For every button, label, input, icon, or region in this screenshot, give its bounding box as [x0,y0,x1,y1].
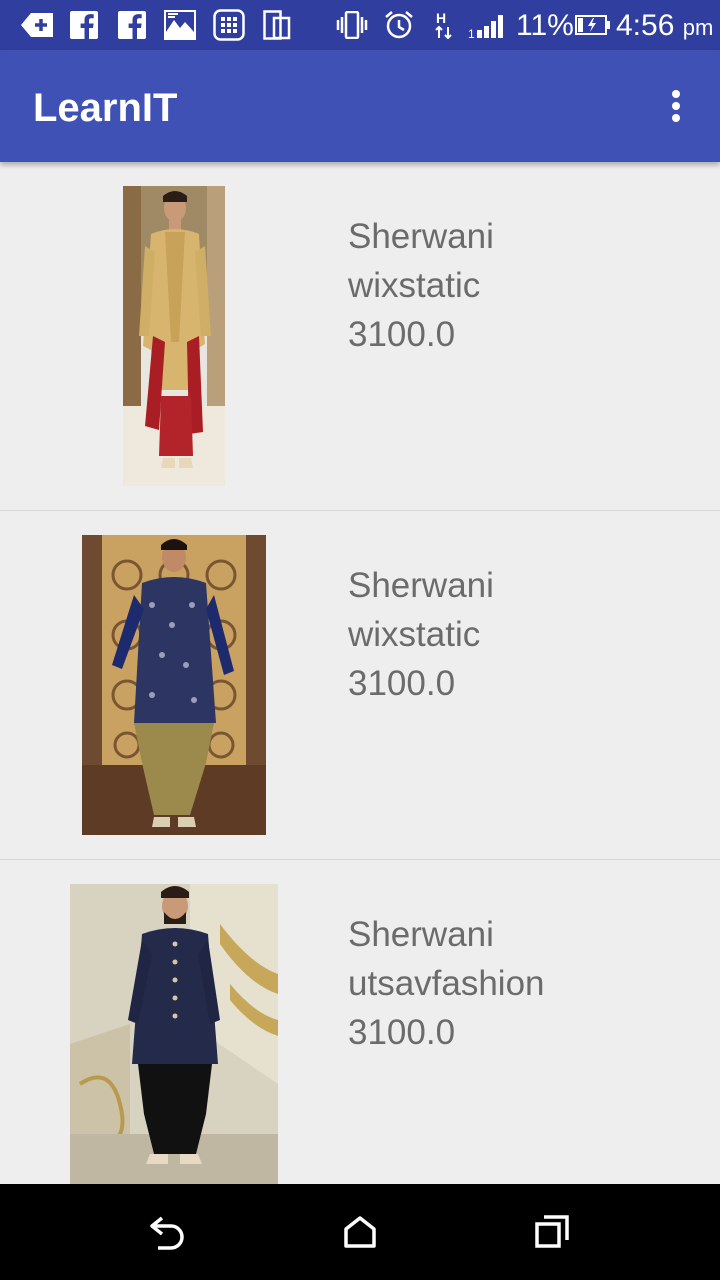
overflow-dot [672,114,680,122]
product-info: Sherwani utsavfashion 3100.0 [348,910,545,1057]
list-item[interactable]: Sherwani utsavfashion 3100.0 [0,860,720,1184]
home-button[interactable] [330,1202,390,1262]
sim-icon [262,9,292,41]
product-source: wixstatic [348,266,481,305]
overflow-menu-icon [672,90,680,98]
apps-icon [212,9,246,41]
home-icon [344,1216,376,1248]
product-list[interactable]: Sherwani wixstatic 3100.0 Sherwani wixst… [0,162,720,1184]
product-name: Sherwani [348,566,494,605]
app-bar: LearnIT [0,50,720,162]
status-bar: H 1 11% 4:56 pm [0,0,720,50]
battery-percent: 11% [516,9,574,42]
facebook-icon [117,9,147,41]
product-image [123,186,225,486]
add-notification-icon [20,9,54,41]
product-price: 3100.0 [348,1013,456,1052]
vibrate-icon [335,9,369,41]
alarm-icon [383,9,415,41]
svg-text:H: H [436,10,446,26]
product-source: utsavfashion [348,964,545,1003]
product-name: Sherwani [348,915,494,954]
back-icon [150,1216,184,1250]
product-image [82,535,266,835]
signal-icon: 1 [467,9,509,41]
data-h-icon: H [432,9,456,41]
recents-button[interactable] [522,1202,582,1262]
list-item[interactable]: Sherwani wixstatic 3100.0 [0,511,720,860]
overflow-menu-button[interactable] [656,78,696,134]
app-title: LearnIT [33,86,178,130]
battery-charging-icon [575,9,611,41]
product-info: Sherwani wixstatic 3100.0 [348,212,494,359]
clock-time: 4:56 [616,9,675,42]
navigation-bar [0,1184,720,1280]
product-source: wixstatic [348,615,481,654]
product-price: 3100.0 [348,664,456,703]
product-name: Sherwani [348,217,494,256]
recents-icon [535,1215,569,1248]
facebook-icon [69,9,99,41]
product-price: 3100.0 [348,315,456,354]
back-button[interactable] [138,1202,198,1262]
clock: 4:56 pm [616,6,713,48]
clock-ampm: pm [682,15,714,40]
svg-text:1: 1 [468,27,475,39]
list-item[interactable]: Sherwani wixstatic 3100.0 [0,162,720,511]
product-image [70,884,278,1184]
overflow-dot [672,102,680,110]
product-info: Sherwani wixstatic 3100.0 [348,561,494,708]
gallery-icon [163,9,197,41]
